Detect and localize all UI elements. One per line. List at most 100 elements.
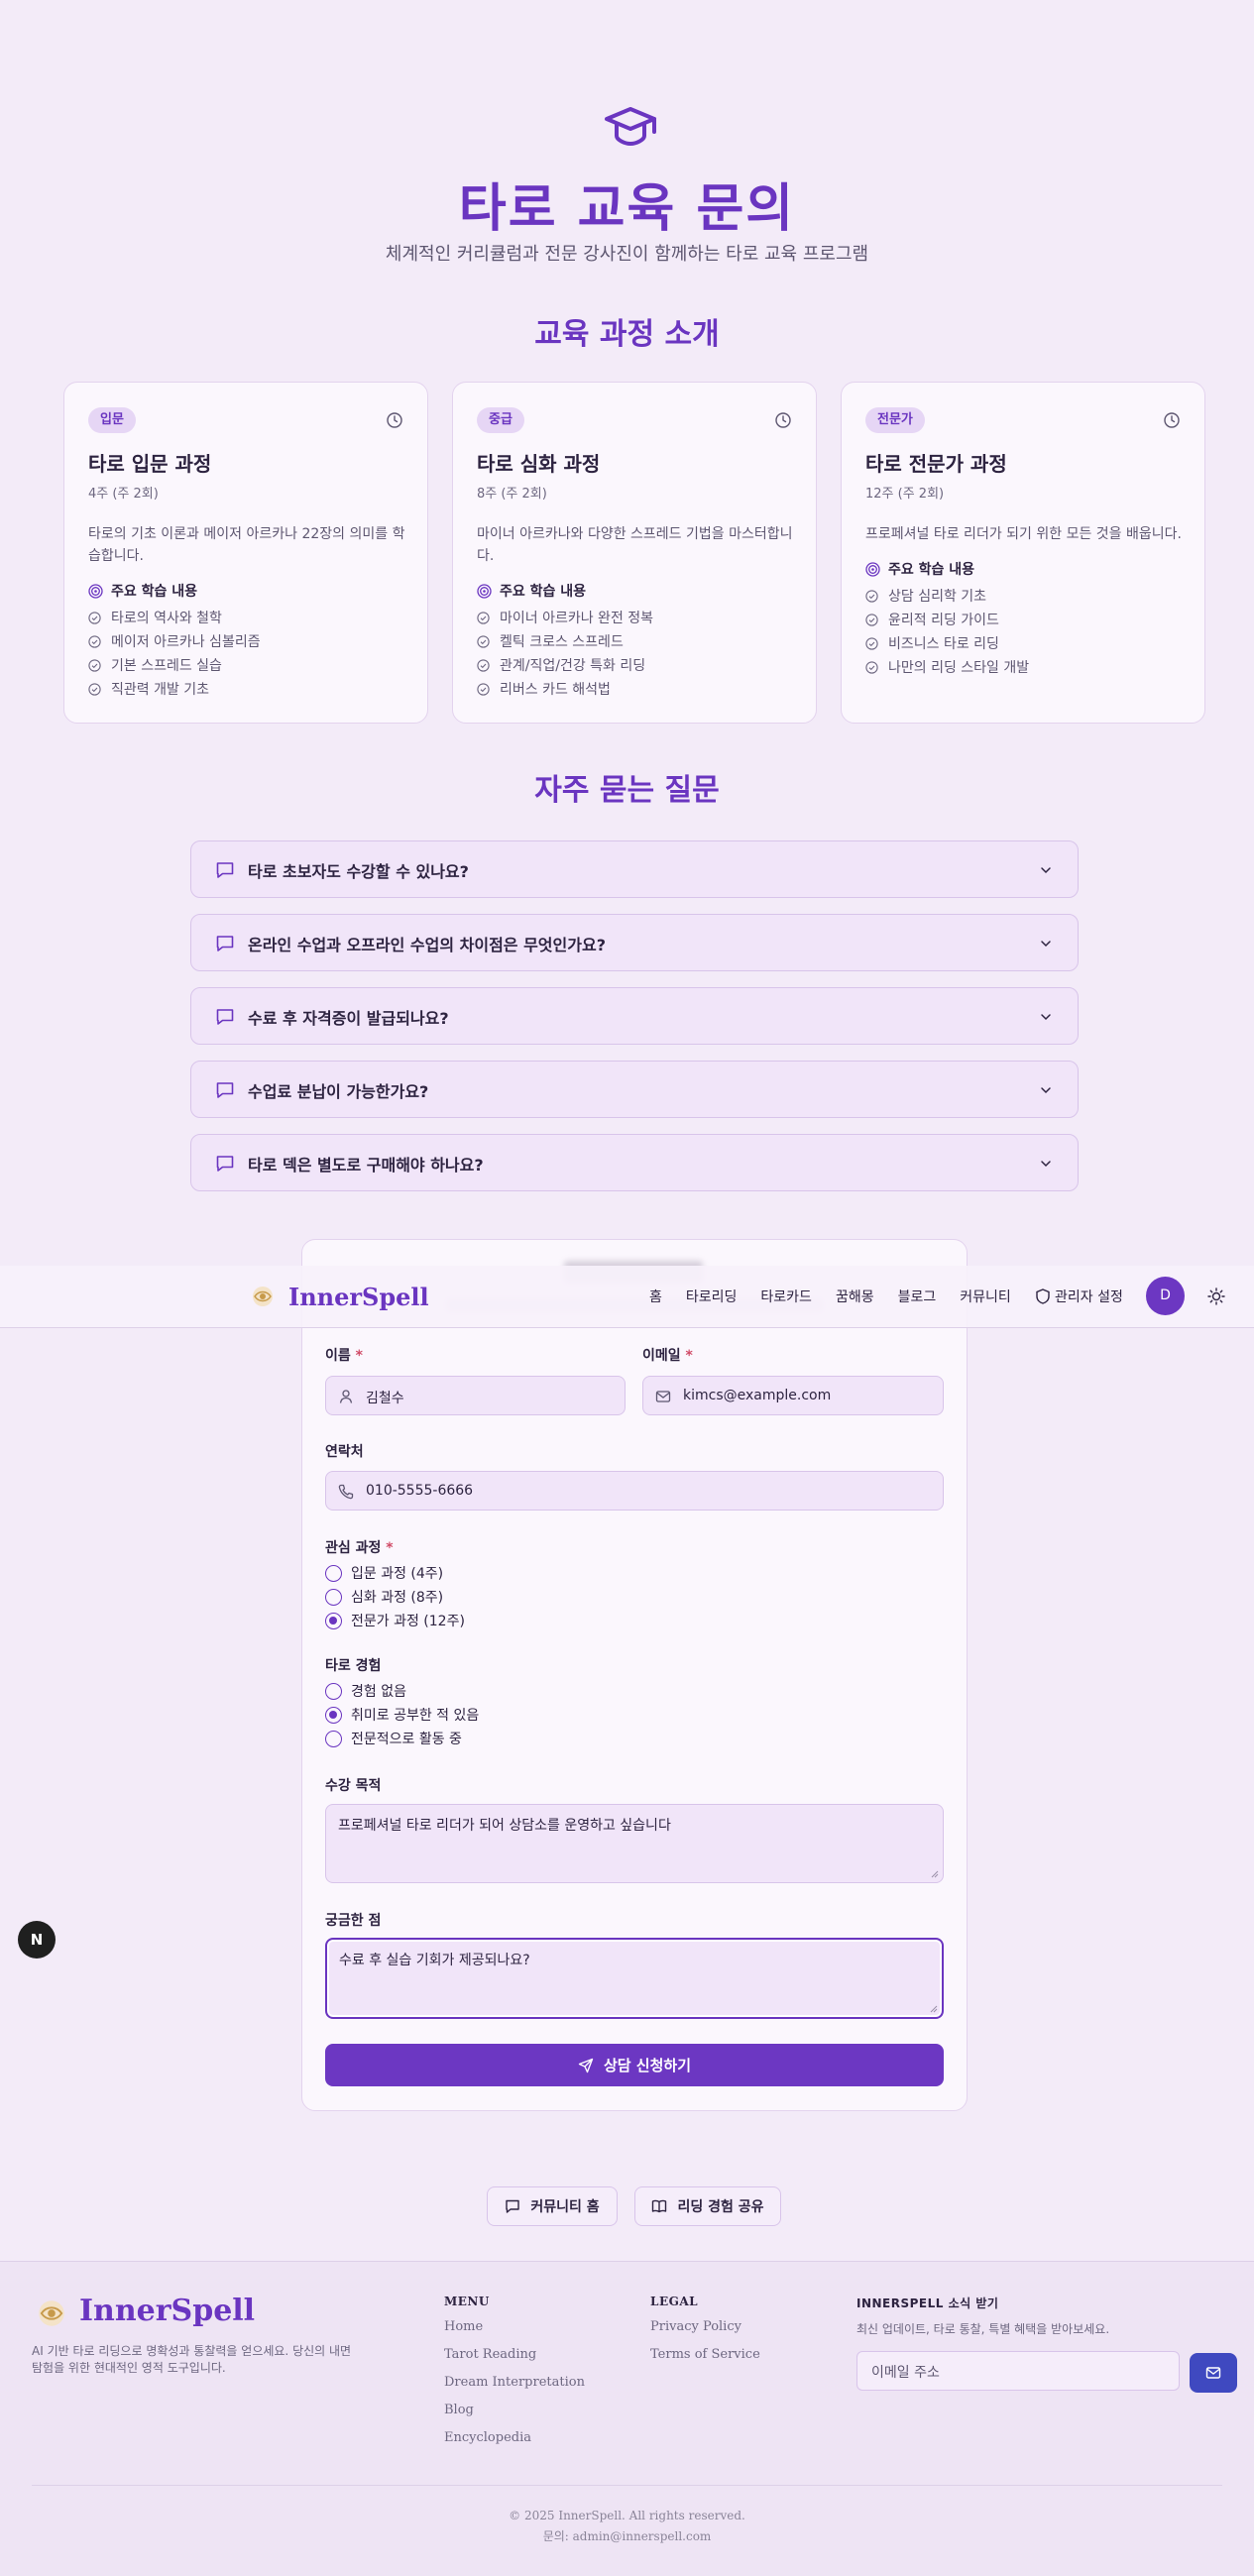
- experience-option-label: 전문적으로 활동 중: [351, 1732, 462, 1747]
- courses-section-title: 교육 과정 소개: [534, 317, 720, 352]
- share-reading-label: 리딩 경험 공유: [677, 2199, 764, 2215]
- footer-link[interactable]: Privacy Policy: [650, 2319, 760, 2347]
- newsletter-subscribe-button[interactable]: [1190, 2353, 1237, 2393]
- name-label: 이름 *: [325, 1348, 363, 1364]
- page-subtitle: 체계적인 커리큘럼과 전문 강사진이 함께하는 타로 교육 프로그램: [385, 244, 869, 265]
- share-reading-button[interactable]: 리딩 경험 공유: [634, 2186, 781, 2226]
- community-home-label: 커뮤니티 홈: [530, 2199, 600, 2215]
- course-description: 프로페셔널 타로 리더가 되기 위한 모든 것을 배웁니다.: [865, 526, 1182, 542]
- question-textarea[interactable]: 수료 후 실습 기회가 제공되나요?: [325, 1938, 944, 2019]
- question-label: 궁금한 점: [325, 1913, 382, 1929]
- experience-option[interactable]: 전문적으로 활동 중: [325, 1729, 462, 1748]
- faq-item[interactable]: 수료 후 자격증이 발급되나요?: [190, 987, 1079, 1045]
- footer-link[interactable]: Blog: [444, 2403, 585, 2430]
- resize-grip-icon[interactable]: [930, 2005, 938, 2013]
- faq-item[interactable]: 온라인 수업과 오프라인 수업의 차이점은 무엇인가요?: [190, 914, 1079, 971]
- footer-link[interactable]: Encyclopedia: [444, 2430, 585, 2458]
- learn-item-label: 마이너 아르카나 완전 정복: [500, 611, 654, 626]
- nav-item-tarot-reading[interactable]: 타로리딩: [686, 1287, 738, 1306]
- radio-button[interactable]: [325, 1730, 342, 1747]
- radio-button[interactable]: [325, 1564, 342, 1582]
- learn-item-label: 기본 스프레드 실습: [111, 658, 222, 674]
- experience-option[interactable]: 경험 없음: [325, 1681, 406, 1701]
- course-card: 중급 타로 심화 과정 8주 (주 2회) 마이너 아르카나와 다양한 스프레드 기법…: [452, 382, 817, 724]
- name-field[interactable]: 김철수: [325, 1376, 626, 1415]
- footer-copyright: © 2025 InnerSpell. All rights reserved.: [509, 2509, 745, 2522]
- course-option-label: 심화 과정 (8주): [351, 1590, 444, 1606]
- course-option[interactable]: 입문 과정 (4주): [325, 1563, 443, 1583]
- newsletter-email-input[interactable]: 이메일 주소: [856, 2351, 1180, 2391]
- radio-button[interactable]: [325, 1682, 342, 1700]
- course-duration: 12주 (주 2회): [865, 487, 945, 502]
- footer-newsletter-heading: INNERSPELL 소식 받기: [856, 2296, 999, 2310]
- experience-label: 타로 경험: [325, 1658, 382, 1674]
- footer-legal-list: Privacy Policy Terms of Service: [650, 2319, 760, 2375]
- learn-list: 타로의 역사와 철학메이저 아르카나 심볼리즘기본 스프레드 실습직관력 개발 …: [88, 606, 261, 701]
- radio-button[interactable]: [325, 1706, 342, 1724]
- radio-button[interactable]: [325, 1612, 342, 1629]
- nav-admin-label: 관리자 설정: [1055, 1289, 1123, 1305]
- learn-item-label: 나만의 리딩 스타일 개발: [888, 660, 1030, 676]
- community-home-button[interactable]: 커뮤니티 홈: [487, 2186, 618, 2226]
- learn-item: 직관력 개발 기초: [88, 677, 261, 701]
- faq-item[interactable]: 타로 덱은 별도로 구매해야 하나요?: [190, 1134, 1079, 1191]
- faq-item[interactable]: 수업료 분납이 가능한가요?: [190, 1061, 1079, 1118]
- user-icon: [339, 1390, 353, 1403]
- theme-toggle-sun-icon[interactable]: [1207, 1288, 1225, 1305]
- footer-menu-list: Home Tarot Reading Dream Interpretation Blo…: [444, 2319, 585, 2458]
- learn-item-label: 윤리적 리딩 가이드: [888, 613, 999, 628]
- learn-item-label: 리버스 카드 해석법: [500, 682, 611, 698]
- check-circle-icon: [477, 658, 490, 672]
- learn-item-label: 메이저 아르카나 심볼리즘: [111, 634, 261, 650]
- purpose-textarea[interactable]: 프로페셔널 타로 리더가 되어 상담소를 운영하고 싶습니다: [325, 1804, 944, 1883]
- faq-item[interactable]: 타로 초보자도 수강할 수 있나요?: [190, 840, 1079, 898]
- clock-icon: [775, 412, 791, 428]
- next-dev-badge[interactable]: N: [18, 1921, 56, 1959]
- email-field[interactable]: kimcs@example.com: [642, 1376, 944, 1415]
- nav-item-blog[interactable]: 블로그: [898, 1287, 937, 1306]
- target-icon: [477, 583, 492, 599]
- phone-field[interactable]: 010-5555-6666: [325, 1471, 944, 1511]
- check-circle-icon: [477, 682, 490, 696]
- footer-legal-heading: LEGAL: [650, 2295, 699, 2308]
- nav-item-tarot-cards[interactable]: 타로카드: [760, 1287, 812, 1306]
- faq-question: 타로 초보자도 수강할 수 있나요?: [248, 862, 469, 881]
- footer-link[interactable]: Dream Interpretation: [444, 2375, 585, 2403]
- learn-heading: 주요 학습 내용: [865, 559, 974, 579]
- nav-admin-settings[interactable]: 관리자 설정: [1036, 1287, 1123, 1306]
- learn-item-label: 비즈니스 타로 리딩: [888, 636, 999, 652]
- experience-option[interactable]: 취미로 공부한 적 있음: [325, 1705, 479, 1725]
- footer-link[interactable]: Tarot Reading: [444, 2347, 585, 2375]
- footer-link[interactable]: Home: [444, 2319, 585, 2347]
- course-option[interactable]: 전문가 과정 (12주): [325, 1611, 465, 1630]
- chevron-down-icon: [1041, 1087, 1051, 1094]
- course-option-label: 입문 과정 (4주): [351, 1566, 444, 1582]
- learn-item-label: 직관력 개발 기초: [111, 682, 210, 698]
- course-option[interactable]: 심화 과정 (8주): [325, 1587, 443, 1607]
- page-title: 타로 교육 문의: [458, 179, 796, 239]
- nav-item-dream[interactable]: 꿈해몽: [836, 1287, 874, 1306]
- nav-brand-logo[interactable]: InnerSpell: [288, 1283, 429, 1311]
- message-icon: [216, 1156, 234, 1172]
- mail-icon: [655, 1391, 671, 1402]
- check-circle-icon: [477, 611, 490, 624]
- learn-item-label: 타로의 역사와 철학: [111, 611, 222, 626]
- course-card: 입문 타로 입문 과정 4주 (주 2회) 타로의 기초 이론과 메이저 아르카나 2…: [63, 382, 428, 724]
- learn-list: 상담 심리학 기초윤리적 리딩 가이드비즈니스 타로 리딩나만의 리딩 스타일 …: [865, 584, 1029, 679]
- check-circle-icon: [477, 634, 490, 648]
- nav-item-home[interactable]: 홈: [649, 1287, 662, 1306]
- target-icon: [865, 561, 880, 577]
- learn-item-label: 상담 심리학 기초: [888, 589, 987, 605]
- learn-item: 비즈니스 타로 리딩: [865, 631, 1029, 655]
- message-icon: [216, 1082, 234, 1098]
- clock-icon: [1164, 412, 1180, 428]
- learn-item: 켈틱 크로스 스프레드: [477, 629, 653, 653]
- footer-link[interactable]: Terms of Service: [650, 2347, 760, 2375]
- footer-brand-logo[interactable]: InnerSpell: [79, 2294, 255, 2328]
- learn-item: 나만의 리딩 스타일 개발: [865, 655, 1029, 679]
- radio-button[interactable]: [325, 1588, 342, 1606]
- submit-button[interactable]: 상담 신청하기: [325, 2044, 944, 2086]
- user-avatar[interactable]: D: [1146, 1277, 1185, 1315]
- nav-item-community[interactable]: 커뮤니티: [960, 1287, 1011, 1306]
- resize-grip-icon[interactable]: [931, 1870, 939, 1878]
